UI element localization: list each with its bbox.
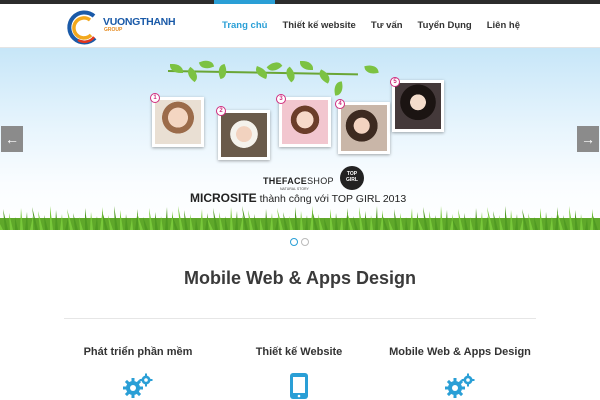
nav-item-contact[interactable]: Liên hệ <box>479 4 528 48</box>
feature-web-design[interactable]: Thiết kế Website <box>219 346 379 400</box>
slider-pagination <box>290 238 309 246</box>
leaf-decoration <box>198 58 215 71</box>
nav-item-careers[interactable]: Tuyển Dụng <box>410 4 480 48</box>
nav-item-home[interactable]: Trang chủ <box>214 0 276 48</box>
slider-prev-button[interactable]: ← <box>1 126 23 152</box>
main-nav: Trang chủ Thiết kế website Tư vấn Tuyển … <box>214 0 528 48</box>
gears-icon <box>123 373 153 398</box>
slide-photo <box>338 102 390 154</box>
leaf-decoration <box>300 61 313 70</box>
slider-dot-1[interactable] <box>290 238 298 246</box>
feature-title: Mobile Web & Apps Design <box>389 346 531 358</box>
leaf-decoration <box>332 81 345 96</box>
feature-title: Thiết kế Website <box>255 346 343 358</box>
section-title: Mobile Web & Apps Design <box>183 268 416 288</box>
slide-photo <box>279 97 331 147</box>
leaf-decoration <box>316 69 333 84</box>
hero-slider: 1 2 3 4 5 THEFACESHOP NATURAL STORY TOP … <box>0 48 600 230</box>
grass-decoration <box>0 206 600 230</box>
leaf-decoration <box>184 66 201 83</box>
leaf-decoration <box>282 66 299 83</box>
slide-photo <box>218 110 270 160</box>
slide-badge: 5 <box>390 77 400 87</box>
arrow-right-icon: → <box>581 131 595 147</box>
gears-icon <box>445 373 475 398</box>
logo-mark-icon <box>67 10 97 45</box>
slider-dot-2[interactable] <box>301 238 309 246</box>
brand-logo-text: THEFACESHOP <box>263 176 334 186</box>
topgirl-badge: TOP GIRL <box>340 166 364 190</box>
nav-item-consulting[interactable]: Tư vấn <box>363 4 411 48</box>
slide-photo <box>392 80 444 132</box>
slider-next-button[interactable]: → <box>577 126 599 152</box>
slide-photo <box>152 97 204 147</box>
section-divider <box>64 318 536 319</box>
tablet-icon <box>290 373 308 399</box>
leaf-decoration <box>364 63 379 76</box>
site-header: VUONGTHANH GROUP Trang chủ Thiết kế webs… <box>0 0 600 48</box>
logo-subtext: GROUP <box>104 27 123 33</box>
nav-item-web-design[interactable]: Thiết kế website <box>274 4 363 48</box>
feature-software[interactable]: Phát triển phần mềm <box>58 346 218 400</box>
slide-badge: 3 <box>276 94 286 104</box>
slide-badge: 2 <box>216 106 226 116</box>
feature-title: Phát triển phần mềm <box>83 346 193 358</box>
arrow-left-icon: ← <box>5 131 19 147</box>
slide-badge: 4 <box>335 99 345 109</box>
slide-badge: 1 <box>150 93 160 103</box>
site-logo[interactable]: VUONGTHANH GROUP <box>64 8 194 48</box>
feature-mobile-apps[interactable]: Mobile Web & Apps Design <box>380 346 540 400</box>
